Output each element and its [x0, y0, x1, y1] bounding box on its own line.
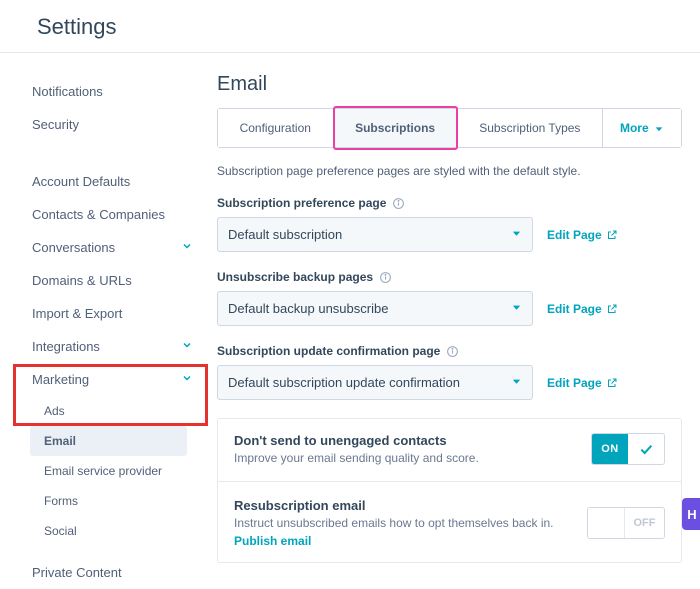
help-chip[interactable]: H	[682, 498, 700, 530]
toggle-off-label: OFF	[624, 508, 664, 538]
sidebar: Notifications Security Account Defaults …	[0, 53, 205, 589]
sidebar-subitem-ads[interactable]: Ads	[0, 396, 205, 426]
edit-page-link-confirm[interactable]: Edit Page	[547, 376, 618, 390]
tabs: Configuration Subscriptions Subscription…	[217, 108, 682, 148]
chevron-down-icon	[181, 339, 195, 354]
external-link-icon	[606, 303, 618, 315]
caret-down-icon	[654, 124, 664, 134]
field-label-confirm: Subscription update confirmation page	[217, 344, 440, 358]
check-icon	[628, 434, 664, 464]
sidebar-item-marketing[interactable]: Marketing	[0, 363, 205, 396]
sidebar-item-security[interactable]: Security	[0, 108, 205, 141]
tab-more[interactable]: More	[603, 109, 681, 147]
info-icon[interactable]	[392, 197, 405, 210]
toggle-on-label: ON	[592, 434, 628, 464]
toggle-unengaged[interactable]: ON	[591, 433, 665, 465]
sidebar-subitem-email[interactable]: Email	[30, 426, 187, 456]
page-title: Settings	[0, 0, 700, 52]
sidebar-item-integrations[interactable]: Integrations	[0, 330, 205, 363]
main-panel: Email Configuration Subscriptions Subscr…	[205, 53, 700, 589]
card-sub-resub: Instruct unsubscribed emails how to opt …	[234, 516, 554, 530]
publish-email-link[interactable]: Publish email	[234, 534, 554, 548]
external-link-icon	[606, 229, 618, 241]
external-link-icon	[606, 377, 618, 389]
sidebar-subitem-social[interactable]: Social	[0, 516, 205, 546]
sidebar-subitem-email-service-provider[interactable]: Email service provider	[0, 456, 205, 486]
toggle-resub[interactable]: OFF	[587, 507, 665, 539]
subscription-description: Subscription page preference pages are s…	[217, 164, 682, 178]
card-title-resub: Resubscription email	[234, 498, 554, 513]
divider	[218, 481, 681, 482]
info-icon[interactable]	[446, 345, 459, 358]
toggle-empty	[588, 508, 624, 538]
edit-page-link-backup[interactable]: Edit Page	[547, 302, 618, 316]
select-pref-page[interactable]: Default subscription	[217, 217, 533, 252]
main-title: Email	[217, 73, 682, 96]
sidebar-item-private-content[interactable]: Private Content	[0, 556, 205, 589]
field-label-backup: Unsubscribe backup pages	[217, 270, 373, 284]
chevron-down-icon	[181, 372, 195, 387]
info-icon[interactable]	[379, 271, 392, 284]
sidebar-item-account-defaults[interactable]: Account Defaults	[0, 165, 205, 198]
settings-card: Don't send to unengaged contacts Improve…	[217, 418, 682, 563]
chevron-down-icon	[181, 240, 195, 255]
select-confirm-page[interactable]: Default subscription update confirmation	[217, 365, 533, 400]
field-label-pref: Subscription preference page	[217, 196, 386, 210]
sidebar-item-import-export[interactable]: Import & Export	[0, 297, 205, 330]
sidebar-subitem-forms[interactable]: Forms	[0, 486, 205, 516]
card-sub-unengaged: Improve your email sending quality and s…	[234, 451, 479, 465]
card-title-unengaged: Don't send to unengaged contacts	[234, 433, 479, 448]
tab-configuration[interactable]: Configuration	[218, 109, 334, 147]
sidebar-item-domains-urls[interactable]: Domains & URLs	[0, 264, 205, 297]
tab-subscription-types[interactable]: Subscription Types	[458, 109, 603, 147]
edit-page-link-pref[interactable]: Edit Page	[547, 228, 618, 242]
sidebar-item-contacts-companies[interactable]: Contacts & Companies	[0, 198, 205, 231]
sidebar-item-conversations[interactable]: Conversations	[0, 231, 205, 264]
sidebar-item-notifications[interactable]: Notifications	[0, 75, 205, 108]
select-backup-page[interactable]: Default backup unsubscribe	[217, 291, 533, 326]
caret-down-icon	[511, 301, 522, 316]
caret-down-icon	[511, 227, 522, 242]
caret-down-icon	[511, 375, 522, 390]
tab-subscriptions[interactable]: Subscriptions	[334, 109, 458, 147]
